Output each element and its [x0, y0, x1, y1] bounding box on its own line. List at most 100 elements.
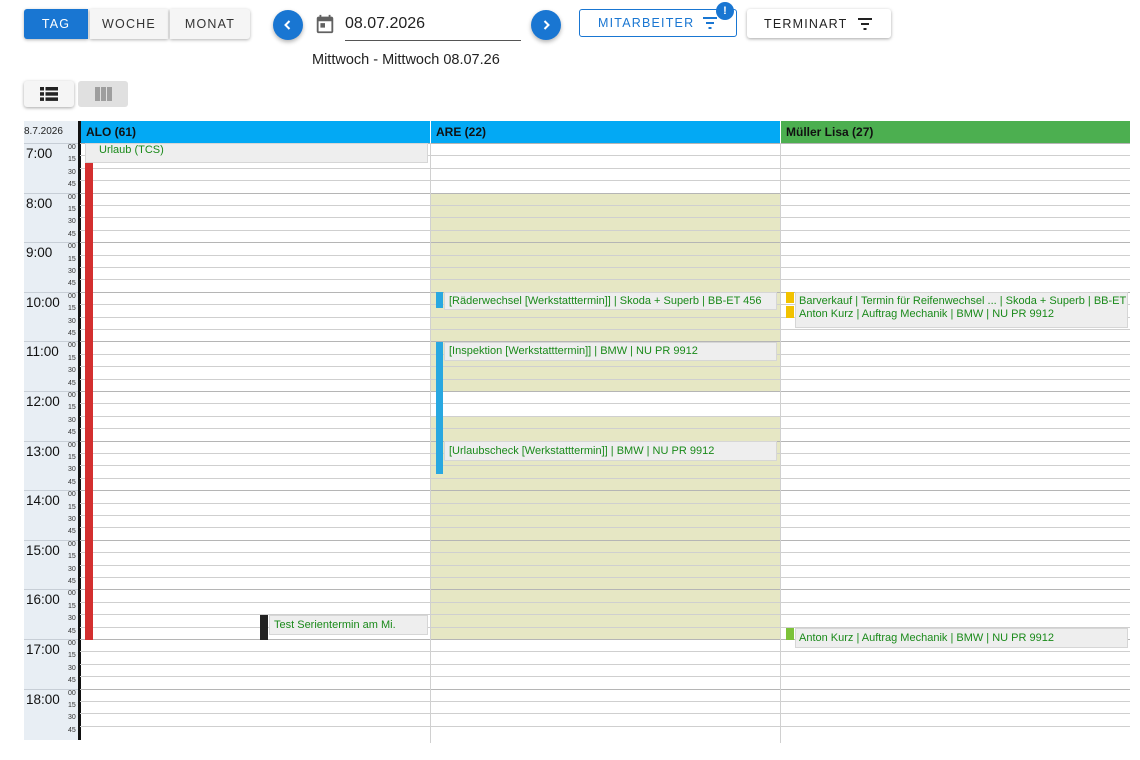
minute-label: 45 — [68, 677, 76, 685]
minute-label: 30 — [68, 714, 76, 722]
list-icon — [40, 87, 58, 101]
minute-label: 00 — [68, 441, 76, 449]
grid-line — [80, 366, 1130, 367]
grid-line — [80, 552, 1130, 553]
grid-line — [80, 540, 1130, 541]
hour-separator — [24, 639, 78, 640]
grid-line — [80, 267, 1130, 268]
hour-label: 10:00 — [26, 294, 60, 310]
hour-separator — [24, 143, 78, 144]
month-view-button[interactable]: MONAT — [170, 9, 250, 39]
view-toggle: TAG WOCHE MONAT — [24, 9, 252, 39]
series-marker — [260, 615, 268, 640]
appointment-marker — [436, 292, 443, 308]
column-divider — [430, 143, 431, 743]
event-barverkauf[interactable]: Barverkauf | Termin für Reifenwechsel ..… — [799, 295, 1127, 308]
event-test-serientermin[interactable]: Test Serientermin am Mi. — [269, 615, 428, 635]
grid-line — [80, 565, 1130, 566]
employee-filter-button[interactable]: MITARBEITER — [579, 9, 737, 37]
minute-label: 30 — [68, 317, 76, 325]
appointment-type-filter-button[interactable]: TERMINART — [747, 9, 891, 38]
column-divider — [780, 143, 781, 743]
event-urlaubscheck[interactable]: [Urlaubscheck [Werkstatttermin]] | BMW |… — [444, 441, 777, 461]
event-raederwechsel[interactable]: [Räderwechsel [Werkstatttermin]] | Skoda… — [444, 292, 777, 310]
minute-label: 00 — [68, 292, 76, 300]
grid-line — [80, 416, 1130, 417]
minute-label: 15 — [68, 702, 76, 709]
grid-line — [80, 379, 1130, 380]
list-view-button[interactable] — [24, 81, 74, 107]
minute-label: 15 — [68, 354, 76, 362]
minute-label: 45 — [68, 578, 76, 585]
filter-icon — [858, 18, 872, 30]
minute-label: 45 — [68, 230, 76, 238]
grid-line — [80, 217, 1130, 218]
minute-label: 45 — [68, 181, 76, 189]
grid-line — [80, 701, 1130, 702]
minute-label: 45 — [68, 330, 76, 337]
column-header-mueller-lisa[interactable]: Müller Lisa (27) — [781, 121, 1130, 143]
grid-line — [80, 651, 1130, 652]
hour-label: 15:00 — [26, 542, 60, 558]
column-header-alo[interactable]: ALO (61) — [81, 121, 430, 143]
hour-label: 14:00 — [26, 493, 60, 509]
grid-line — [80, 180, 1130, 181]
hour-label: 12:00 — [26, 394, 60, 409]
minute-label: 15 — [68, 255, 76, 263]
chevron-right-icon — [543, 20, 550, 30]
hour-label: 16:00 — [26, 592, 60, 608]
employee-filter-label: MITARBEITER — [598, 16, 695, 30]
minute-label: 15 — [68, 503, 76, 511]
minute-label: 15 — [68, 553, 76, 561]
appointment-marker — [786, 628, 794, 640]
grid-line — [80, 403, 1130, 404]
minute-label: 30 — [68, 516, 76, 523]
grid-line — [80, 242, 1130, 243]
minute-label: 30 — [68, 416, 76, 424]
grid-line — [80, 391, 1130, 392]
day-view-button[interactable]: TAG — [24, 9, 88, 39]
column-header-are[interactable]: ARE (22) — [431, 121, 780, 143]
hour-label: 9:00 — [26, 245, 53, 261]
calendar-icon[interactable] — [314, 13, 336, 40]
minute-label: 15 — [68, 206, 76, 213]
grid-line — [80, 478, 1130, 479]
event-anton-kurz-1[interactable]: Anton Kurz | Auftrag Mechanik | BMW | NU… — [799, 308, 1127, 321]
hour-label: 18:00 — [26, 691, 60, 707]
minute-label: 00 — [68, 193, 76, 201]
minute-label: 45 — [68, 627, 76, 635]
hour-separator — [24, 540, 78, 541]
next-day-button[interactable] — [531, 10, 561, 40]
grid-line — [80, 490, 1130, 491]
column-view-button[interactable] — [78, 81, 128, 107]
date-input[interactable]: 08.07.2026 — [345, 10, 521, 41]
hour-separator — [24, 441, 78, 442]
grid-line — [80, 589, 1130, 590]
grid-line — [80, 713, 1130, 714]
hour-label: 11:00 — [26, 344, 59, 360]
minute-label: 00 — [68, 689, 76, 697]
week-view-button[interactable]: WOCHE — [90, 9, 168, 39]
grid-line — [80, 255, 1130, 256]
event-urlaub[interactable]: Urlaub (TCS) — [85, 143, 428, 163]
minute-label: 30 — [68, 168, 76, 176]
time-column-divider — [78, 121, 81, 740]
previous-day-button[interactable] — [273, 10, 303, 40]
hour-separator — [24, 242, 78, 243]
grid-line — [80, 193, 1130, 194]
grid-line — [80, 676, 1130, 677]
minute-label: 15 — [68, 454, 76, 461]
event-inspektion[interactable]: [Inspektion [Werkstatttermin]] | BMW | N… — [444, 342, 777, 361]
minute-label: 00 — [68, 491, 76, 499]
grid-line — [80, 168, 1130, 169]
grid-line — [80, 503, 1130, 504]
minute-label: 00 — [68, 243, 76, 251]
hour-separator — [24, 292, 78, 293]
event-anton-kurz-2[interactable]: Anton Kurz | Auftrag Mechanik | BMW | NU… — [795, 628, 1128, 648]
minute-label: 00 — [68, 392, 76, 399]
grid-line — [80, 465, 1130, 466]
minute-label: 00 — [68, 342, 76, 350]
hour-separator — [24, 689, 78, 690]
hour-label: 17:00 — [26, 642, 60, 657]
grid-line — [80, 279, 1130, 280]
